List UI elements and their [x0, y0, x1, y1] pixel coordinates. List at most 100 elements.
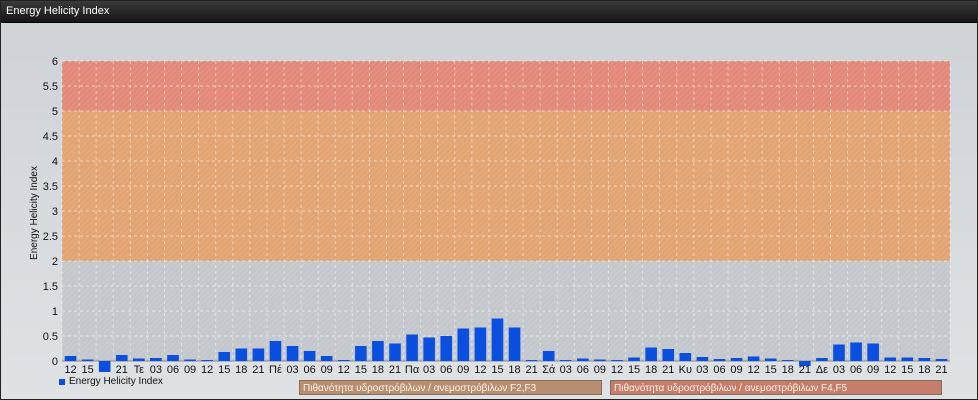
bar [218, 352, 231, 361]
bar [252, 348, 265, 361]
x-tick-label: 15 [765, 364, 777, 376]
bar [150, 358, 162, 361]
bar [457, 328, 470, 361]
bar [491, 318, 504, 361]
bar [901, 357, 914, 361]
y-tick-label: 3.5 [43, 181, 58, 193]
bar [508, 327, 521, 361]
bar [747, 356, 760, 361]
bar [764, 358, 777, 361]
bar [64, 356, 77, 361]
bar [816, 358, 828, 361]
x-tick-label: 06 [577, 364, 589, 376]
x-tick-label: 06 [440, 364, 452, 376]
x-tick-label: 15 [355, 364, 367, 376]
bar [730, 358, 743, 361]
y-tick-label: 1 [52, 306, 58, 318]
x-tick-label: 12 [474, 364, 486, 376]
y-tick-label: 2 [52, 256, 58, 268]
ehi-chart: 0 0.5 1 1.5 2 2.5 3 3.5 4 4.5 5 5.5 6 12 15 21 Τε 03 06 09 1… [29, 56, 951, 376]
x-tick-label: 12 [64, 364, 76, 376]
y-tick-label: 5 [52, 106, 58, 118]
bar [713, 359, 726, 361]
bar [133, 358, 145, 361]
x-tick-label: 03 [286, 364, 298, 376]
x-tick-label: 03 [696, 364, 708, 376]
bar [594, 359, 606, 361]
y-axis-title: Energy Helicity Index [29, 166, 40, 260]
bar [337, 360, 350, 361]
bar [781, 360, 794, 361]
bar [423, 337, 435, 361]
x-tick-label: 12 [884, 364, 896, 376]
x-tick-label: 18 [782, 364, 794, 376]
x-tick-label: 09 [184, 364, 196, 376]
x-tick-label: 21 [799, 364, 811, 376]
x-tick-label: 03 [833, 364, 845, 376]
y-tick-label: 0.5 [43, 331, 58, 343]
x-tick-label: 15 [81, 364, 93, 376]
bar [867, 343, 879, 361]
x-tick-label: 15 [901, 364, 913, 376]
x-tick-label: 12 [338, 364, 350, 376]
x-tick-label: 18 [645, 364, 657, 376]
x-tick-label: 06 [303, 364, 315, 376]
x-tick-label: 18 [235, 364, 247, 376]
x-tick-label: Σά [542, 364, 556, 376]
x-tick-label: 21 [525, 364, 537, 376]
bar [269, 341, 282, 361]
bar [81, 359, 94, 361]
x-tick-label: Πέ [269, 364, 282, 376]
bar [577, 358, 589, 361]
x-tick-label: 12 [201, 364, 213, 376]
x-tick-label: 03 [423, 364, 435, 376]
x-tick-label: 15 [218, 364, 230, 376]
bar [525, 360, 538, 361]
series-legend-swatch [59, 378, 65, 385]
x-tick-label: 03 [150, 364, 162, 376]
bar [474, 327, 487, 361]
x-tick-label: 06 [850, 364, 862, 376]
x-tick-label: Πα [405, 364, 420, 376]
x-tick-label: 18 [918, 364, 930, 376]
y-tick-label: 3 [52, 206, 58, 218]
x-tick-label: 15 [491, 364, 503, 376]
x-tick-label: 21 [935, 364, 947, 376]
x-tick-label: 09 [457, 364, 469, 376]
bar [935, 359, 948, 361]
bar [389, 343, 401, 361]
zone-legend-f2f3[interactable]: Πιθανότητα υδροστρόβιλων / ανεμοστρόβιλω… [299, 380, 602, 395]
x-tick-label: 18 [508, 364, 520, 376]
x-tick-label: 09 [594, 364, 606, 376]
bar [559, 360, 572, 361]
x-tick-label: 18 [372, 364, 384, 376]
x-tick-label: 06 [167, 364, 179, 376]
bar [611, 360, 623, 361]
bar [303, 351, 316, 361]
series-legend[interactable]: Energy Helicity Index [59, 376, 163, 387]
x-tick-label: 21 [252, 364, 264, 376]
bar [884, 357, 897, 361]
bar [833, 344, 845, 361]
zone-legend-f4f5[interactable]: Πιθανότητα υδροστρόβιλων / ανεμοστρόβιλω… [610, 380, 942, 395]
y-tick-label: 6 [52, 56, 58, 68]
bar [372, 341, 384, 361]
x-tick-label: 03 [560, 364, 572, 376]
y-tick-label: 2.5 [43, 231, 58, 243]
series-legend-label: Energy Helicity Index [69, 376, 163, 387]
x-tick-label: 12 [611, 364, 623, 376]
x-tick-label: 06 [713, 364, 725, 376]
chart-panel: Energy Helicity Index 0 0.5 1 1.5 2 2.5 3 3.5 4 4… [0, 0, 978, 400]
bar [662, 349, 675, 361]
x-tick-label: Δε [816, 364, 828, 376]
x-tick-label: 21 [116, 364, 128, 376]
bar [355, 346, 367, 361]
y-tick-label: 1.5 [43, 281, 58, 293]
bar [696, 357, 709, 361]
bar [918, 358, 931, 361]
x-tick-label: 09 [867, 364, 879, 376]
bar [201, 360, 213, 361]
x-tick-label: Κυ [679, 364, 692, 376]
x-tick-label: 15 [628, 364, 640, 376]
bar [542, 351, 555, 361]
